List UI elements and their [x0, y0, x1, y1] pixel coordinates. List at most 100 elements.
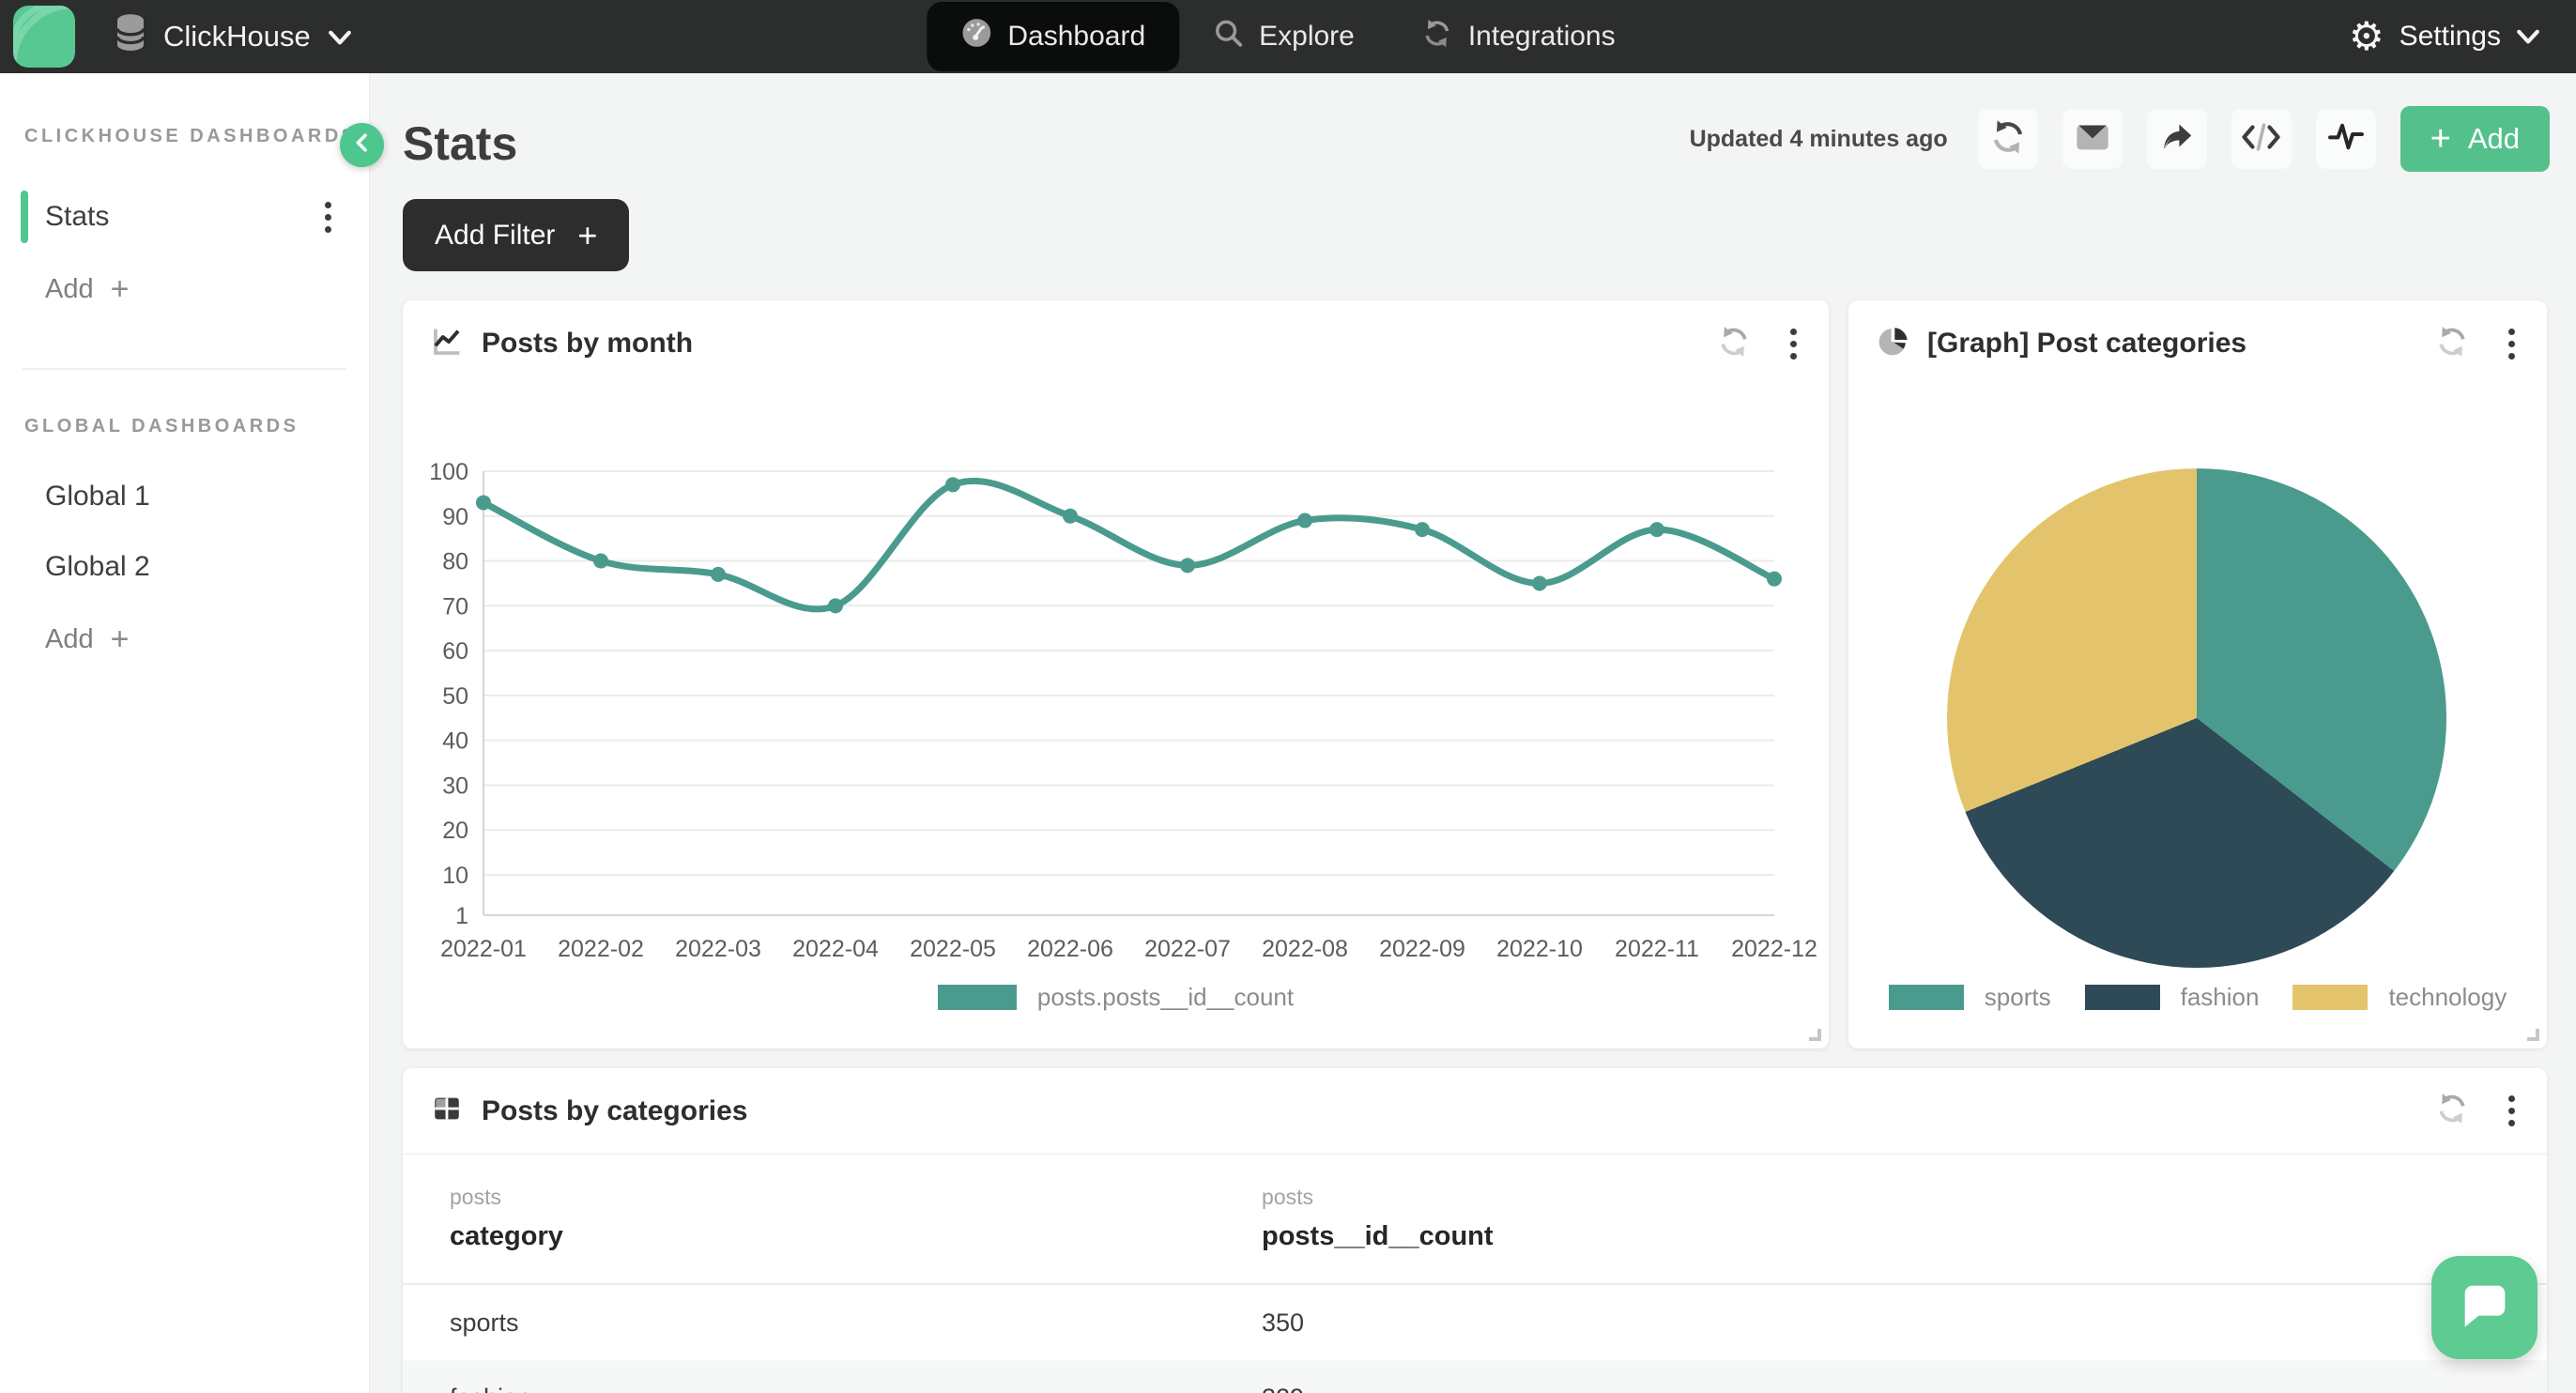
kebab-menu-icon[interactable]	[321, 198, 335, 237]
card-resize-handle[interactable]	[1809, 1029, 1821, 1041]
add-filter-button[interactable]: Add Filter +	[403, 199, 629, 271]
tab-integrations[interactable]: Integrations	[1388, 2, 1649, 71]
logo-icon	[13, 6, 75, 68]
plus-icon: +	[577, 219, 597, 253]
legend-item-sports: sports	[1889, 983, 2051, 1012]
kebab-menu-icon[interactable]	[2505, 325, 2519, 363]
sidebar-add-dashboard[interactable]: Add+	[0, 613, 369, 666]
table-body: sports350fashion329	[403, 1285, 2547, 1393]
legend-swatch	[1889, 985, 1964, 1010]
sidebar-item-stats[interactable]: Stats	[0, 191, 369, 243]
refresh-icon[interactable]	[2435, 1092, 2469, 1130]
svg-text:2022-05: 2022-05	[910, 936, 996, 962]
kebab-menu-icon[interactable]	[2505, 1092, 2519, 1130]
chevron-down-icon	[328, 20, 352, 54]
code-button[interactable]	[2231, 109, 2292, 169]
post-categories-card: [Graph] Post categories sports fashion tec…	[1848, 300, 2547, 1049]
svg-text:2022-03: 2022-03	[675, 936, 761, 962]
svg-text:2022-10: 2022-10	[1496, 936, 1583, 962]
card-resize-handle[interactable]	[2527, 1029, 2539, 1041]
search-icon	[1213, 18, 1244, 56]
card-title: Posts by month	[482, 328, 693, 360]
svg-text:30: 30	[442, 773, 468, 799]
svg-text:20: 20	[442, 818, 468, 844]
table-row: sports350	[403, 1285, 2547, 1360]
kebab-menu-icon[interactable]	[1786, 325, 1801, 363]
code-icon	[2240, 120, 2282, 159]
svg-text:2022-01: 2022-01	[440, 936, 527, 962]
line-chart-icon	[431, 326, 463, 362]
refresh-button[interactable]	[1978, 109, 2038, 169]
share-button[interactable]	[2147, 109, 2207, 169]
sidebar-item-global-2[interactable]: Global 2	[0, 541, 369, 593]
chevron-down-icon	[2516, 21, 2540, 53]
sidebar-collapse-button[interactable]	[340, 123, 384, 167]
sidebar-divider	[23, 368, 346, 370]
pie-chart-icon	[1877, 326, 1909, 362]
column-header-category: postscategory	[450, 1185, 1262, 1252]
plus-icon: +	[111, 271, 130, 308]
svg-text:2022-04: 2022-04	[792, 936, 879, 962]
tab-explore[interactable]: Explore	[1179, 2, 1388, 71]
page-title: Stats	[403, 116, 517, 171]
svg-text:2022-08: 2022-08	[1262, 936, 1348, 962]
datasource-dropdown[interactable]: ClickHouse	[115, 0, 352, 73]
chat-bubble-icon	[2455, 1276, 2515, 1340]
gauge-icon	[960, 17, 992, 56]
sidebar-section-title: GLOBAL DASHBOARDS	[24, 416, 369, 437]
svg-text:70: 70	[442, 593, 468, 620]
mail-icon	[2074, 118, 2111, 161]
database-icon	[115, 13, 146, 60]
datasource-name: ClickHouse	[163, 20, 311, 54]
dashboards-sidebar: CLICKHOUSE DASHBOARDS Stats Add+ GLOBAL DAS…	[0, 73, 370, 1393]
dashboard-toolbar: Updated 4 minutes ago +Add	[1690, 106, 2550, 172]
tab-dashboard[interactable]: Dashboard	[927, 2, 1179, 71]
refresh-icon[interactable]	[2435, 325, 2469, 363]
svg-text:40: 40	[442, 728, 468, 755]
pulse-button[interactable]	[2316, 109, 2376, 169]
mail-button[interactable]	[2062, 109, 2123, 169]
svg-text:2022-11: 2022-11	[1615, 936, 1699, 962]
svg-text:50: 50	[442, 683, 468, 710]
chevron-left-icon	[353, 132, 371, 158]
table-cell: sports	[450, 1309, 1262, 1338]
posts-by-categories-card: Posts by categories postscategorypostspo…	[403, 1068, 2547, 1393]
app-logo[interactable]	[13, 6, 75, 68]
sidebar-add-dashboard[interactable]: Add+	[0, 263, 369, 315]
svg-text:90: 90	[442, 504, 468, 530]
sync-icon	[1422, 18, 1453, 56]
gear-icon: ⚙︎	[2349, 17, 2384, 56]
line-chart: 10090807060504030201012022-012022-022022…	[431, 441, 1801, 976]
share-icon	[2159, 119, 2195, 160]
pulse-icon	[2327, 119, 2365, 159]
add-chart-button[interactable]: +Add	[2400, 106, 2550, 172]
top-bar: ClickHouse DashboardExplore Integrations…	[0, 0, 2576, 73]
table-cell: 350	[1262, 1309, 2074, 1338]
column-header-posts__id__count: postsposts__id__count	[1262, 1185, 2074, 1252]
table-cell: 329	[1262, 1384, 2074, 1393]
legend-swatch	[2292, 985, 2368, 1010]
pie-chart	[1947, 468, 2446, 968]
svg-text:2022-02: 2022-02	[558, 936, 644, 962]
add-filter-label: Add Filter	[435, 220, 555, 252]
refresh-icon	[1989, 118, 2027, 161]
sidebar-item-global-1[interactable]: Global 1	[0, 470, 369, 523]
chat-widget-button[interactable]	[2431, 1256, 2538, 1359]
refresh-icon[interactable]	[1717, 325, 1751, 363]
settings-menu[interactable]: ⚙︎ Settings	[2349, 0, 2540, 73]
legend-item-technology: technology	[2292, 983, 2507, 1012]
sidebar-section-title: CLICKHOUSE DASHBOARDS	[24, 126, 369, 147]
svg-text:60: 60	[442, 638, 468, 665]
legend-item-fashion: fashion	[2085, 983, 2260, 1012]
svg-text:2022-07: 2022-07	[1144, 936, 1231, 962]
plus-icon: +	[111, 621, 130, 658]
card-title: [Graph] Post categories	[1927, 328, 2246, 360]
last-updated-text: Updated 4 minutes ago	[1690, 126, 1948, 153]
pie-chart-legend: sports fashion technology	[1848, 978, 2547, 1016]
svg-text:1: 1	[455, 903, 468, 929]
legend-swatch	[938, 985, 1017, 1010]
table-header-row: postscategorypostsposts__id__count	[450, 1185, 2500, 1252]
svg-text:80: 80	[442, 549, 468, 575]
svg-text:100: 100	[429, 459, 468, 485]
legend-item: posts.posts__id__count	[938, 983, 1294, 1012]
